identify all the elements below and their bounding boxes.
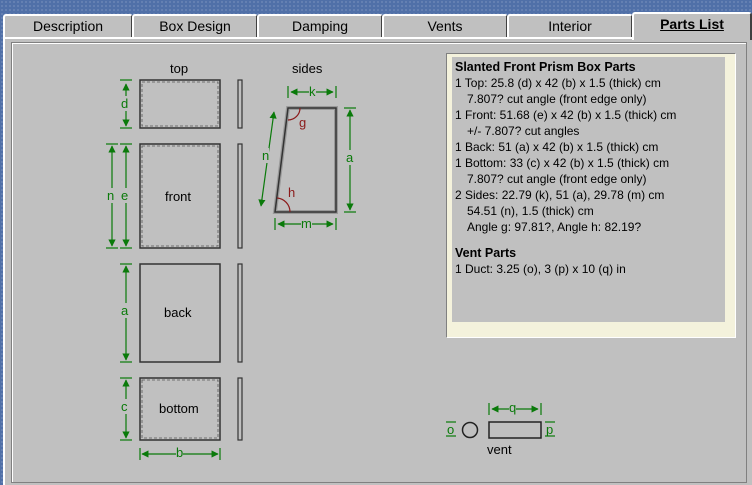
- part-line: Angle g: 97.81?, Angle h: 82.19?: [467, 220, 642, 234]
- dim-m: m: [301, 216, 312, 231]
- dim-d: d: [121, 96, 129, 111]
- dim-a-back: a: [121, 303, 129, 318]
- angle-g: g: [299, 115, 307, 130]
- vent-parts: [461, 421, 542, 439]
- dim-n-side: n: [262, 148, 270, 163]
- part-line: 54.51 (n), 1.5 (thick) cm: [467, 204, 594, 218]
- top-label: top: [170, 61, 189, 76]
- dim-c: c: [121, 399, 128, 414]
- dim-b: b: [176, 445, 184, 460]
- panel-top: [139, 79, 243, 129]
- part-line: +/- 7.807? cut angles: [467, 124, 580, 138]
- dim-k: k: [309, 84, 316, 99]
- back-label: back: [164, 305, 192, 320]
- front-label: front: [165, 189, 192, 204]
- dim-a-side: a: [346, 150, 354, 165]
- sides-label: sides: [292, 61, 323, 76]
- part-line: 1 Back: 51 (a) x 42 (b) x 1.5 (thick) cm: [455, 140, 659, 154]
- dim-p: p: [546, 422, 554, 437]
- part-line: 7.807? cut angle (front edge only): [467, 92, 647, 106]
- dim-o: o: [447, 422, 455, 437]
- part-line: 2 Sides: 22.79 (k), 51 (a), 29.78 (m) cm: [455, 188, 665, 202]
- part-line: 1 Front: 51.68 (e) x 42 (b) x 1.5 (thick…: [455, 108, 677, 122]
- dim-n-front: n: [107, 188, 115, 203]
- bottom-label: bottom: [159, 401, 199, 416]
- part-line: 7.807? cut angle (front edge only): [467, 172, 647, 186]
- vent-part-line: 1 Duct: 3.25 (o), 3 (p) x 10 (q) in: [455, 262, 626, 276]
- vent-label: vent: [487, 442, 512, 457]
- vent-parts-title: Vent Parts: [455, 246, 517, 260]
- parts-title: Slanted Front Prism Box Parts: [455, 60, 636, 74]
- part-line: 1 Bottom: 33 (c) x 42 (b) x 1.5 (thick) …: [455, 156, 670, 170]
- angle-h: h: [288, 185, 296, 200]
- parts-list-scroll-area: [731, 57, 735, 322]
- parts-list-panel[interactable]: Slanted Front Prism Box Parts 1 Top: 25.…: [446, 53, 736, 338]
- parts-list-text: Slanted Front Prism Box Parts 1 Top: 25.…: [452, 57, 725, 322]
- dim-q: q: [509, 400, 517, 415]
- dim-e: e: [121, 188, 129, 203]
- part-line: 1 Top: 25.8 (d) x 42 (b) x 1.5 (thick) c…: [455, 76, 661, 90]
